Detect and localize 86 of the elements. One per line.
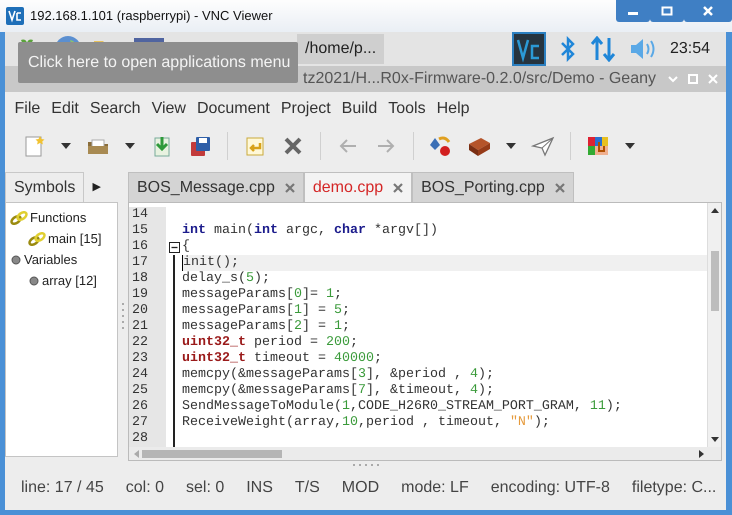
menu-item[interactable]: Edit xyxy=(46,96,84,120)
vertical-scrollbar[interactable] xyxy=(707,203,721,447)
menu-item[interactable]: Search xyxy=(84,96,146,120)
tree-item[interactable]: Variables xyxy=(24,250,78,270)
line-number: 15 xyxy=(129,223,166,239)
line-number: 28 xyxy=(129,431,166,447)
task-button[interactable]: /home/p... xyxy=(297,34,384,64)
scrollbar-thumb[interactable] xyxy=(710,251,718,311)
code-line: messageParams[2] = 1; xyxy=(182,319,351,335)
scroll-left-icon[interactable] xyxy=(133,450,139,458)
status-item: filetype: C... xyxy=(632,478,716,498)
line-number: 22 xyxy=(129,335,166,351)
close-icon xyxy=(702,5,714,17)
tooltip: Click here to open applications menu xyxy=(18,42,298,83)
tree-item[interactable]: Functions xyxy=(30,208,86,228)
code-line: delay_s(5); xyxy=(182,271,271,287)
menu-item[interactable]: Tools xyxy=(382,96,432,120)
status-item: T/S xyxy=(294,478,320,498)
status-item: line: 17 / 45 xyxy=(21,478,104,498)
line-number: 20 xyxy=(129,303,166,319)
status-item: sel: 0 xyxy=(186,478,224,498)
volume-icon[interactable] xyxy=(630,38,656,60)
scroll-up-icon[interactable] xyxy=(710,207,718,215)
file-tab[interactable]: BOS_Message.cpp xyxy=(128,172,304,202)
code-line: messageParams[0]= 1; xyxy=(182,287,343,303)
maximize-icon xyxy=(661,6,673,16)
window-title: tz2021/H...R0x-Firmware-0.2.0/src/Demo - Geany xyxy=(303,69,656,89)
dot-icon xyxy=(28,274,40,286)
code-line: { xyxy=(182,239,191,255)
status-item: INS xyxy=(246,478,273,498)
network-arrows-icon[interactable] xyxy=(590,36,616,62)
line-number: 25 xyxy=(129,383,166,399)
splitter-handle-icon[interactable] xyxy=(122,303,124,329)
tree-item[interactable]: main [15] xyxy=(48,228,102,248)
chain-icon xyxy=(10,210,28,224)
close-icon[interactable] xyxy=(284,182,295,192)
close-icon[interactable] xyxy=(393,182,404,192)
resize-handle-icon[interactable] xyxy=(352,464,378,466)
scrollbar-thumb[interactable] xyxy=(142,450,282,458)
code-line: memcpy(&messageParams[7], &timeout, 4); xyxy=(182,383,495,399)
status-item: mode: LF xyxy=(401,478,469,498)
code-line: int main(int argc, char *argv[]) xyxy=(182,223,439,239)
line-number: 14 xyxy=(129,207,166,223)
code-line: messageParams[1] = 5; xyxy=(182,303,351,319)
viewer-logo-icon xyxy=(6,7,24,25)
maximize-icon[interactable] xyxy=(686,72,700,86)
menu-item[interactable]: Build xyxy=(336,96,383,120)
horizontal-scrollbar[interactable] xyxy=(129,447,721,460)
clock: 23:54 xyxy=(670,39,710,59)
status-item: encoding: UTF-8 xyxy=(490,478,610,498)
window-title: 192.168.1.101 (raspberrypi) - VNC Viewer xyxy=(30,7,273,26)
line-number: 24 xyxy=(129,367,166,383)
close-icon[interactable] xyxy=(554,182,565,192)
line-number: 16 xyxy=(129,239,166,255)
line-number: 21 xyxy=(129,319,166,335)
code-line: memcpy(&messageParams[3], &period , 4); xyxy=(182,367,495,383)
fold-marker-icon[interactable] xyxy=(168,242,180,252)
file-tab[interactable]: demo.cpp xyxy=(304,172,412,202)
line-number: 27 xyxy=(129,415,166,431)
line-number: 18 xyxy=(129,271,166,287)
status-item: MOD xyxy=(342,478,380,498)
scroll-right-icon[interactable] xyxy=(699,450,705,458)
tree-item[interactable]: array [12] xyxy=(42,270,97,290)
vnc-icon[interactable] xyxy=(512,32,546,66)
scroll-down-icon[interactable] xyxy=(710,435,718,443)
code-line: uint32_t period = 200; xyxy=(182,335,359,351)
close-button[interactable] xyxy=(684,0,732,22)
code-line: ReceiveWeight(array,10,period , timeout, "N"); xyxy=(182,415,551,431)
menu-item[interactable]: Project xyxy=(275,96,336,120)
minimize-button[interactable] xyxy=(616,0,650,22)
menu-item[interactable]: Help xyxy=(431,96,476,120)
menu-item[interactable]: File xyxy=(9,96,46,120)
file-tab[interactable]: BOS_Porting.cpp xyxy=(412,172,574,202)
line-number: 23 xyxy=(129,351,166,367)
code-line: SendMessageToModule(1,CODE_H26R0_STREAM_PORT_GRAM, 11); xyxy=(182,399,623,415)
sidebar-tab[interactable]: Symbols xyxy=(5,172,84,202)
code-line: uint32_t timeout = 40000; xyxy=(182,351,383,367)
line-number: 19 xyxy=(129,287,166,303)
bluetooth-icon[interactable] xyxy=(560,36,576,62)
dot-icon xyxy=(10,254,22,266)
line-number: 17 xyxy=(129,255,166,271)
menu-item[interactable]: Document xyxy=(191,96,276,120)
menu-item[interactable]: View xyxy=(146,96,192,120)
status-item: col: 0 xyxy=(126,478,164,498)
line-number: 26 xyxy=(129,399,166,415)
chain-icon xyxy=(28,232,46,246)
